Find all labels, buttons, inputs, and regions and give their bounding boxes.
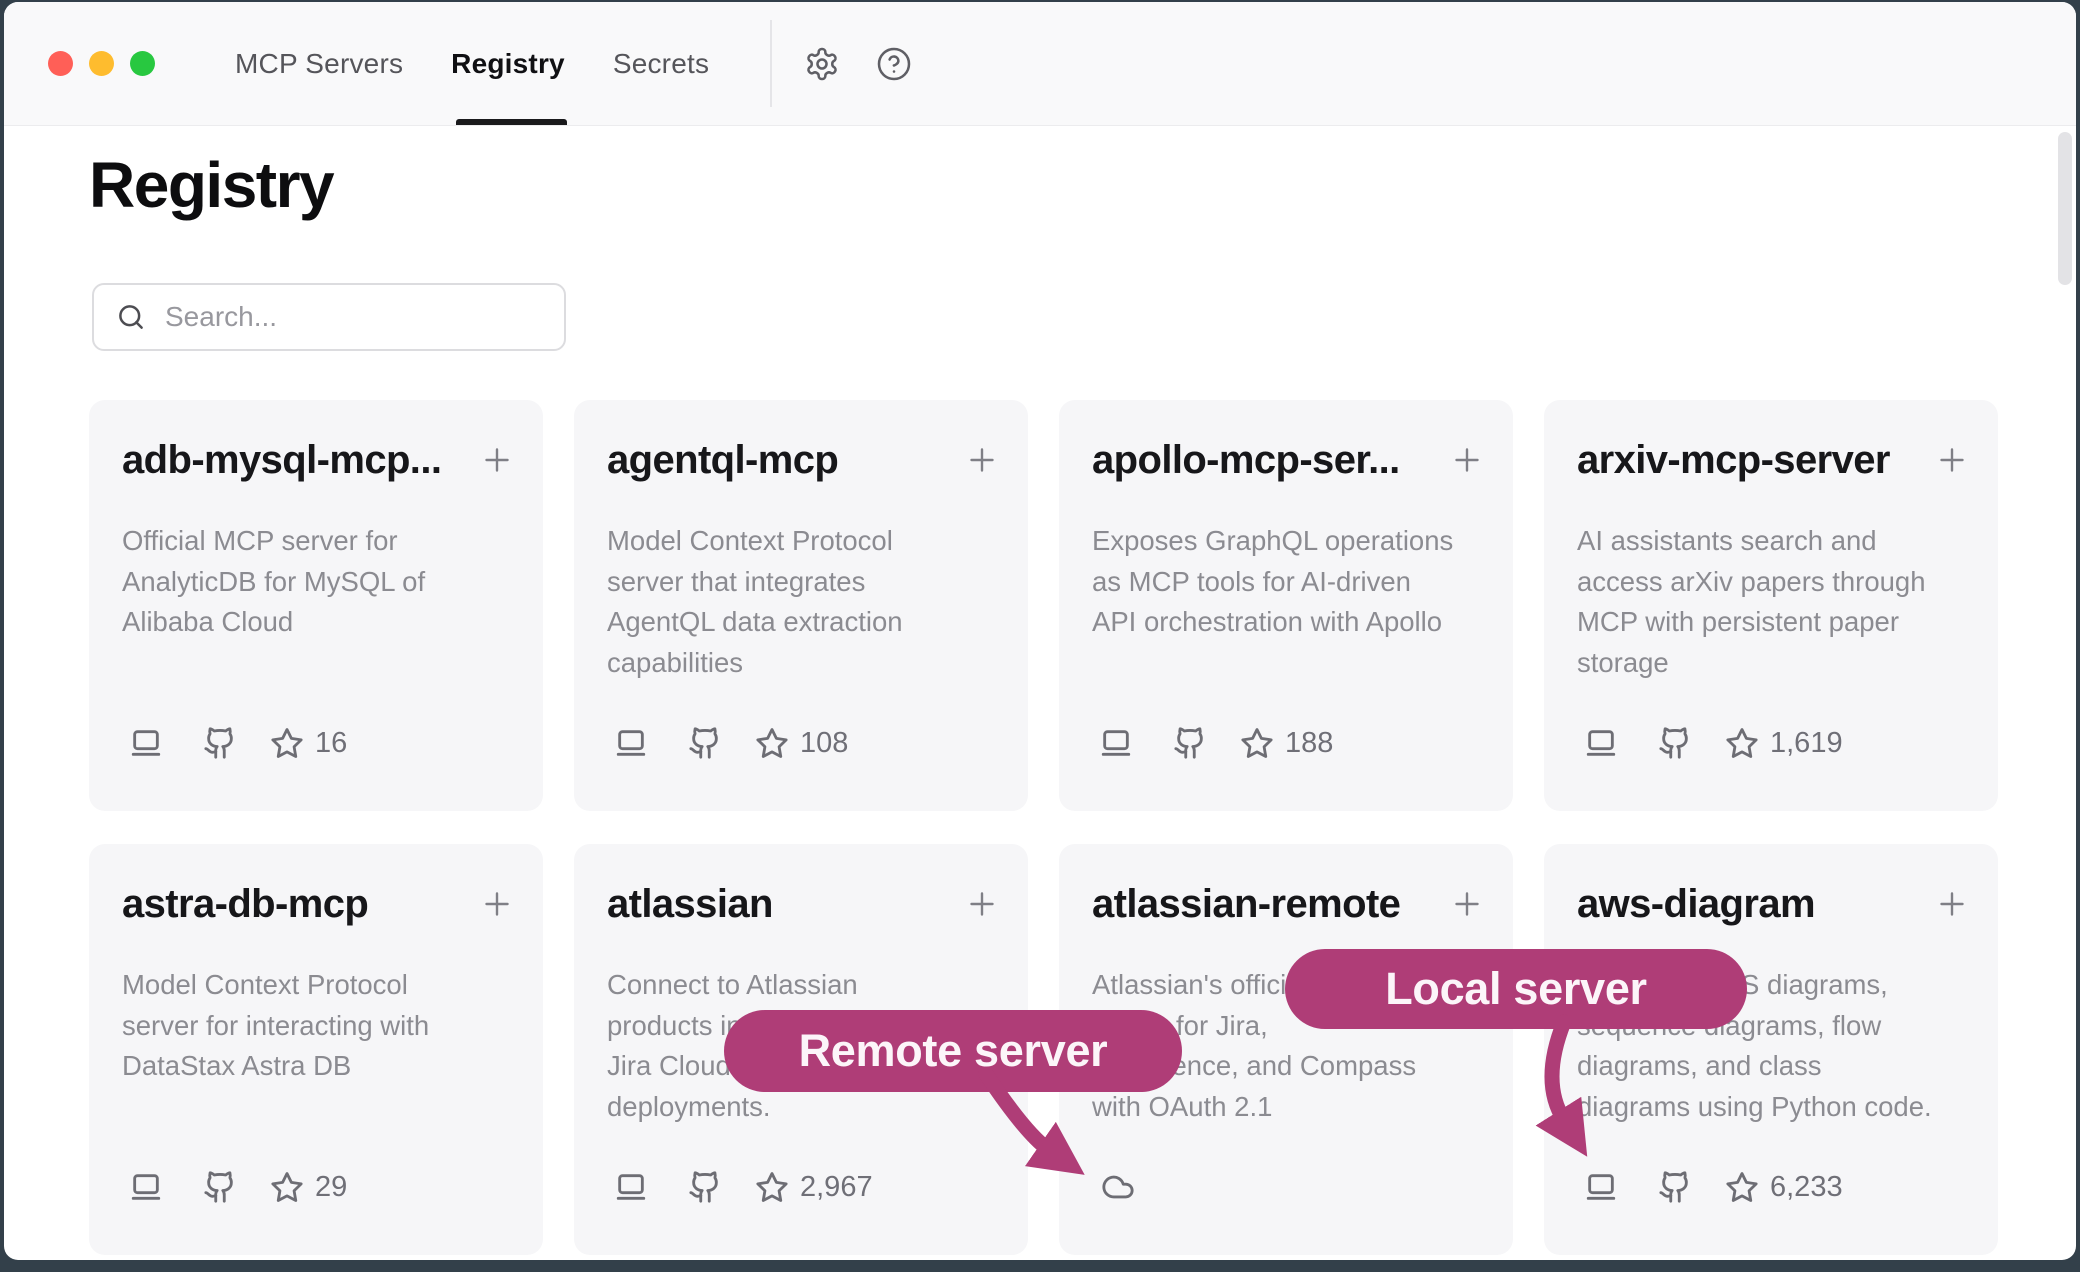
add-server-button[interactable] [1449, 442, 1485, 478]
server-name: apollo-mcp-ser... [1092, 437, 1400, 483]
star-icon [1725, 1170, 1759, 1204]
server-description: Model Context Protocol server that integ… [607, 521, 1022, 683]
laptop-icon [1584, 726, 1618, 760]
plus-icon [1449, 886, 1485, 922]
remote-server-callout: Remote server [724, 1010, 1182, 1092]
add-server-button[interactable] [964, 442, 1000, 478]
server-name: astra-db-mcp [122, 881, 368, 927]
minimize-window-button[interactable] [89, 51, 114, 76]
plus-icon [964, 886, 1000, 922]
star-icon [1725, 726, 1759, 760]
server-description: Exposes GraphQL operations as MCP tools … [1092, 521, 1507, 643]
card-footer: 16 [129, 726, 347, 760]
traffic-lights [48, 51, 155, 76]
card-footer: 29 [129, 1170, 347, 1204]
star-count: 188 [1285, 727, 1333, 760]
search-input[interactable] [163, 300, 547, 334]
server-card-arxiv-mcp-server[interactable]: arxiv-mcp-server AI assistants search an… [1544, 400, 1998, 811]
server-name: adb-mysql-mcp... [122, 437, 441, 483]
local-server-callout: Local server [1285, 949, 1747, 1029]
main-tabs: MCP Servers Registry Secrets [235, 2, 709, 125]
star-count: 2,967 [800, 1171, 873, 1204]
star-icon [270, 726, 304, 760]
github-icon [1658, 726, 1692, 760]
server-name: atlassian-remote [1092, 881, 1400, 927]
add-server-button[interactable] [479, 442, 515, 478]
server-card-agentql-mcp[interactable]: agentql-mcp Model Context Protocol serve… [574, 400, 1028, 811]
add-server-button[interactable] [1934, 886, 1970, 922]
add-server-button[interactable] [964, 886, 1000, 922]
github-icon [688, 726, 722, 760]
tab-mcp-servers[interactable]: MCP Servers [235, 48, 403, 80]
cloud-icon [1099, 1170, 1137, 1204]
tab-secrets[interactable]: Secrets [613, 48, 709, 80]
gear-icon [804, 46, 840, 82]
zoom-window-button[interactable] [130, 51, 155, 76]
card-footer: 188 [1099, 726, 1333, 760]
server-description: Official MCP server for AnalyticDB for M… [122, 521, 537, 643]
laptop-icon [1099, 726, 1133, 760]
github-icon [1173, 726, 1207, 760]
plus-icon [1934, 442, 1970, 478]
star-count: 6,233 [1770, 1171, 1843, 1204]
laptop-icon [614, 1170, 648, 1204]
star-icon [755, 1170, 789, 1204]
star-count: 108 [800, 727, 848, 760]
star-icon [1240, 726, 1274, 760]
plus-icon [964, 442, 1000, 478]
laptop-icon [1584, 1170, 1618, 1204]
tab-registry[interactable]: Registry [451, 48, 565, 80]
server-card-aws-diagram[interactable]: aws-diagram Generate AWS diagrams, seque… [1544, 844, 1998, 1255]
header-divider [770, 20, 772, 107]
plus-icon [1934, 886, 1970, 922]
laptop-icon [129, 726, 163, 760]
help-icon [876, 46, 912, 82]
server-name: atlassian [607, 881, 773, 927]
server-name: arxiv-mcp-server [1577, 437, 1890, 483]
card-footer: 2,967 [614, 1170, 873, 1204]
laptop-icon [614, 726, 648, 760]
settings-button[interactable] [804, 46, 840, 82]
active-tab-indicator [456, 119, 567, 125]
server-card-grid: adb-mysql-mcp... Official MCP server for… [89, 400, 1998, 1255]
github-icon [203, 726, 237, 760]
github-icon [203, 1170, 237, 1204]
card-footer [1099, 1170, 1137, 1204]
laptop-icon [129, 1170, 163, 1204]
star-icon [270, 1170, 304, 1204]
search-box [92, 283, 566, 351]
plus-icon [479, 886, 515, 922]
vertical-scrollbar-thumb[interactable] [2058, 132, 2072, 285]
star-count: 16 [315, 727, 347, 760]
server-name: aws-diagram [1577, 881, 1815, 927]
server-card-astra-db-mcp[interactable]: astra-db-mcp Model Context Protocol serv… [89, 844, 543, 1255]
add-server-button[interactable] [479, 886, 515, 922]
github-icon [688, 1170, 722, 1204]
star-count: 29 [315, 1171, 347, 1204]
help-button[interactable] [876, 46, 912, 82]
plus-icon [1449, 442, 1485, 478]
star-icon [755, 726, 789, 760]
add-server-button[interactable] [1934, 442, 1970, 478]
app-window: MCP Servers Registry Secrets Registry ad… [4, 2, 2076, 1260]
github-icon [1658, 1170, 1692, 1204]
card-footer: 108 [614, 726, 848, 760]
plus-icon [479, 442, 515, 478]
titlebar: MCP Servers Registry Secrets [4, 2, 2076, 126]
server-card-adb-mysql-mcp[interactable]: adb-mysql-mcp... Official MCP server for… [89, 400, 543, 811]
search-icon [116, 302, 146, 332]
server-description: Model Context Protocol server for intera… [122, 965, 537, 1087]
add-server-button[interactable] [1449, 886, 1485, 922]
server-description: AI assistants search and access arXiv pa… [1577, 521, 1992, 683]
page-title: Registry [89, 148, 333, 222]
star-count: 1,619 [1770, 727, 1843, 760]
close-window-button[interactable] [48, 51, 73, 76]
card-footer: 6,233 [1584, 1170, 1843, 1204]
card-footer: 1,619 [1584, 726, 1843, 760]
server-name: agentql-mcp [607, 437, 838, 483]
server-card-apollo-mcp-server[interactable]: apollo-mcp-ser... Exposes GraphQL operat… [1059, 400, 1513, 811]
